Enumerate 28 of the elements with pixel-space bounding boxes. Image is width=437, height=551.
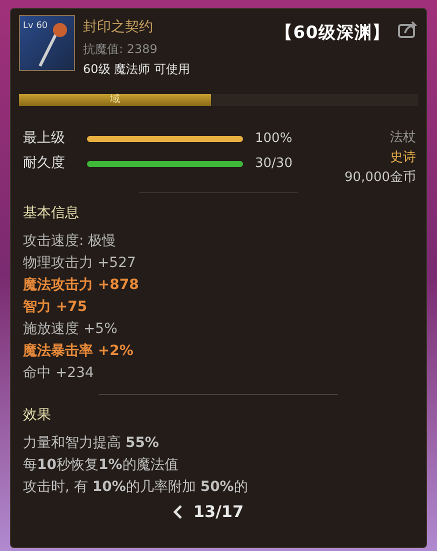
dungeon-tag: 【60级深渊】 [275,21,390,78]
effect-line: 攻击时, 有 10%的几率附加 50%的 [23,478,249,497]
meter-reading: 100% [255,130,292,148]
stat-line: 魔法暴击率 +2% [23,342,134,361]
stat-line: 攻击速度: 极慢 [23,232,118,251]
requirement: 60级 魔法师 可使用 [83,61,190,78]
stat-line: 魔法攻击力 +878 [23,276,140,295]
section-title: 基本信息 [23,204,80,223]
side-info: 史诗 [390,149,416,167]
meter-reading: 30/30 [255,154,292,173]
item-name: 封印之契约 [83,18,154,37]
effect-line: 力量和智力提高 55% [23,434,160,453]
page-counter: 13/17 [193,501,244,523]
chevron-left-icon[interactable] [173,505,184,519]
level-label: Lv 60 [23,20,48,33]
stat-line: 智力 +75 [23,298,88,317]
section-title: 效果 [23,406,52,425]
side-info: 90,000金币 [344,169,416,187]
stat-line: 物理攻击力 +527 [23,254,137,273]
side-info: 法杖 [390,129,416,147]
meter-label: 耐久度 [23,154,66,173]
stat-line: 命中 +234 [23,364,95,383]
stat-line: 施放速度 +5% [23,320,118,339]
seal-label: 域 [110,95,120,105]
magic-resist: 抗魔值: 2389 [83,41,158,58]
meter-label: 最上级 [23,129,66,148]
effect-line: 每10秒恢复1%的魔法值 [23,456,180,475]
share-icon[interactable] [398,21,418,39]
